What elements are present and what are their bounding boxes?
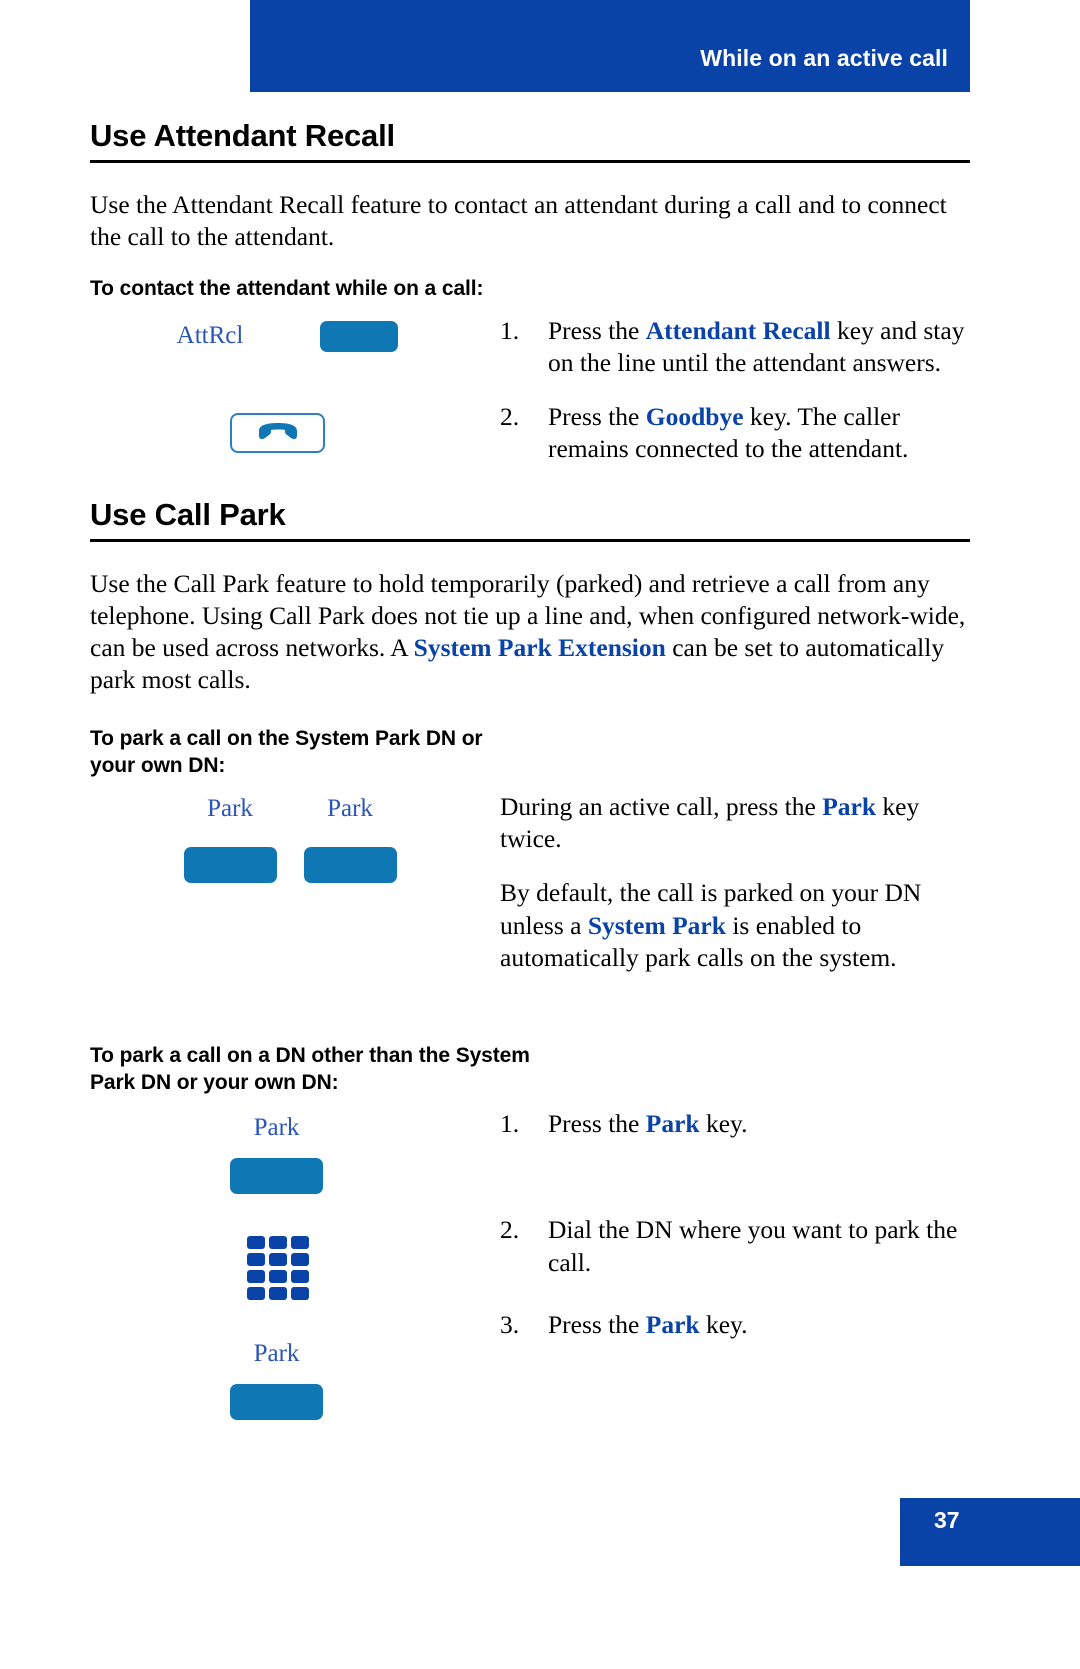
step-item: 1. Press the Park key. [500, 1108, 970, 1140]
park-paragraph-emphasis: System Park [587, 910, 726, 940]
subhead-park-other-dn: To park a call on a DN other than the Sy… [90, 1043, 530, 1095]
park-paragraph-emphasis: Park [822, 792, 877, 822]
step-item: 2. Press the Goodbye key. The caller rem… [500, 401, 970, 465]
section-title-call-park: Use Call Park [90, 497, 286, 533]
procedure-park-system-dn: Park Park During an active call, press t… [90, 789, 970, 996]
steps-park-other-dn: 1. Press the Park key. 2. Dial the DN wh… [500, 1106, 970, 1363]
section-title-attendant-recall: Use Attendant Recall [90, 118, 395, 153]
step-text-emphasis: Attendant Recall [645, 315, 831, 345]
page-running-header: While on an active call [250, 0, 970, 92]
key-art-park-keypad: Park Park [90, 1106, 500, 1421]
step-item: 1. Press the Attendant Recall key and st… [500, 315, 970, 379]
park-paragraph: By default, the call is parked on your D… [500, 877, 970, 973]
keypad-key [247, 1253, 265, 1267]
keypad-key [269, 1253, 287, 1267]
softkey-park-step1[interactable] [230, 1158, 323, 1195]
step-item: 2. Dial the DN where you want to park th… [500, 1214, 970, 1278]
subhead-park-system-dn: To park a call on the System Park DN or … [90, 726, 483, 777]
attendant-recall-intro: Use the Attendant Recall feature to cont… [90, 190, 947, 252]
step-text: Dial the DN where you want to park the c… [548, 1214, 970, 1278]
page-number: 37 [934, 1507, 960, 1533]
handset-icon [257, 423, 299, 443]
key-art-attrcl: AttRcl [90, 313, 500, 352]
step-text-emphasis: Park [645, 1309, 700, 1339]
softkey-attrcl[interactable] [320, 320, 398, 352]
section-rule [90, 539, 970, 543]
step-text: Press the Park key. [548, 1108, 970, 1140]
step-text-pre: Dial the DN where you want to park the c… [548, 1215, 958, 1277]
step-number: 1. [500, 315, 520, 345]
key-label-park-first: Park [207, 795, 253, 823]
call-park-intro-emphasis: System Park Extension [413, 633, 666, 663]
step-text-pre: Press the [548, 315, 646, 345]
key-label-attrcl: AttRcl [176, 322, 244, 350]
step-number: 2. [500, 1215, 520, 1245]
page-footer-bar: 37 [900, 1498, 1080, 1566]
keypad-key [291, 1236, 309, 1250]
keypad-icon[interactable] [247, 1236, 309, 1301]
step-text-pre: Press the [548, 401, 646, 431]
key-label-park-step3: Park [253, 1340, 300, 1368]
step-text-emphasis: Park [645, 1109, 700, 1139]
call-park-intro: Use the Call Park feature to hold tempor… [90, 568, 970, 697]
page-content: Use Attendant Recall Use the Attendant R… [90, 118, 970, 1421]
goodbye-key[interactable] [230, 413, 325, 454]
keypad-key [269, 1270, 287, 1284]
keypad-key [291, 1287, 309, 1301]
key-art-park-double: Park Park [90, 789, 500, 884]
keypad-key [291, 1253, 309, 1267]
step-text-post: key. [699, 1109, 748, 1139]
procedure-attendant-recall-step1: AttRcl 1. Press the Attendant Recall key… [90, 313, 970, 488]
keypad-key [247, 1270, 265, 1284]
step-text-pre: Press the [548, 1109, 646, 1139]
running-header-title: While on an active call [700, 45, 948, 71]
step-text-post: key. [699, 1309, 748, 1339]
park-paragraph-pre: During an active call, press the [500, 792, 823, 822]
key-label-park-step1: Park [253, 1114, 300, 1142]
subhead-contact-attendant: To contact the attendant while on a call… [90, 277, 484, 301]
step-text: Press the Goodbye key. The caller remain… [548, 401, 970, 465]
keypad-key [247, 1287, 265, 1301]
step-number: 3. [500, 1309, 520, 1339]
step-text-emphasis: Goodbye [645, 401, 744, 431]
key-label-park-second: Park [327, 795, 373, 823]
text-park-system-dn: During an active call, press the Park ke… [500, 789, 970, 996]
keypad-key [291, 1270, 309, 1284]
softkey-park-second[interactable] [303, 847, 397, 884]
keypad-key [247, 1236, 265, 1250]
keypad-key [269, 1287, 287, 1301]
keypad-key [269, 1236, 287, 1250]
step-text: Press the Attendant Recall key and stay … [548, 315, 970, 379]
step-number: 2. [500, 401, 520, 431]
park-paragraph: During an active call, press the Park ke… [500, 791, 970, 855]
step-item: 3. Press the Park key. [500, 1309, 970, 1341]
procedure-park-other-dn: Park Park 1. Press the Park key. 2. Dial… [90, 1106, 970, 1421]
step-text-pre: Press the [548, 1309, 646, 1339]
softkey-park-step3[interactable] [230, 1384, 323, 1421]
step-text: Press the Park key. [548, 1309, 970, 1341]
softkey-park-first[interactable] [183, 847, 277, 884]
section-rule [90, 160, 970, 163]
steps-attendant-recall: 1. Press the Attendant Recall key and st… [500, 313, 970, 488]
step-number: 1. [500, 1109, 520, 1139]
